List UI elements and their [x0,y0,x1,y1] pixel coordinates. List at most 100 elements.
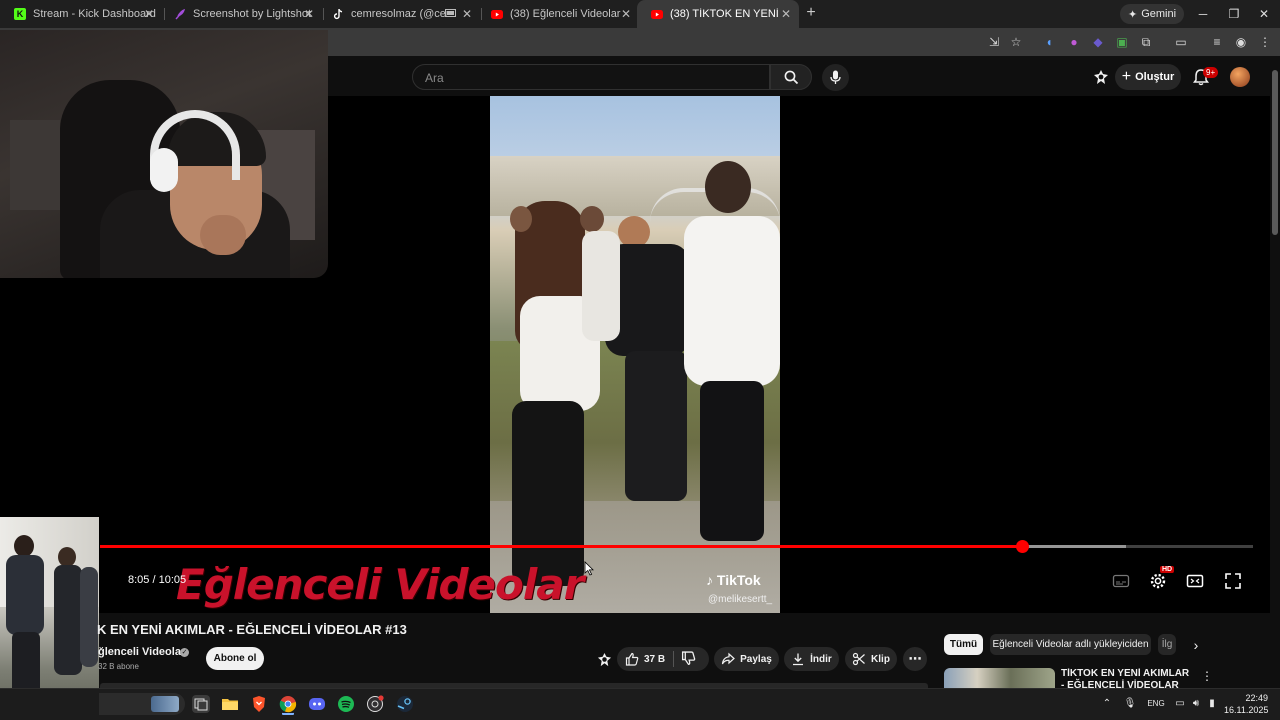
verified-check-icon: ✓ [180,648,189,657]
settings-gear-icon[interactable] [1149,572,1167,590]
install-app-icon[interactable]: ⇲ [986,34,1002,50]
extension-violet-icon[interactable]: ◆ [1090,34,1106,50]
taskbar-search-box[interactable] [99,693,185,715]
close-window-button[interactable]: ✕ [1256,6,1272,22]
create-button[interactable]: + Oluştur [1115,64,1181,90]
tab-kick-dashboard[interactable]: K Stream - Kick Dashboard ✕ [0,0,162,28]
browser-menu-icon[interactable]: ⋮ [1257,34,1273,50]
subscribe-button[interactable]: Abone ol [206,647,264,670]
new-tab-button[interactable]: + [803,5,819,21]
filter-chip-all[interactable]: Tümü [944,634,983,655]
youtube-icon [651,8,663,20]
close-tab-icon[interactable]: ✕ [619,7,633,21]
split-view-icon[interactable]: ▭ [1173,34,1189,50]
tab-tiktok-profile[interactable]: cemresolmaz (@cemresolm ✕ [318,0,480,28]
share-label: Paylaş [740,653,772,665]
gemini-sparkle-icon: ✦ [1128,8,1138,21]
video-frame[interactable] [490,96,780,613]
screen-share-icon [445,8,456,19]
minimize-window-button[interactable]: ─ [1195,6,1211,22]
close-tab-icon[interactable]: ✕ [302,7,316,21]
person-white-shirt [582,231,620,341]
search-button[interactable] [770,64,812,90]
like-count: 37 B [644,653,666,665]
tab-label: (38) TİKTOK EN YENİ AKIMLAR [670,8,780,20]
bookmark-star-icon[interactable]: ☆ [1008,34,1024,50]
maximize-window-button[interactable]: ❐ [1226,6,1242,22]
network-icon[interactable]: ▭ [1173,697,1187,711]
chevron-right-icon[interactable]: › [1188,636,1204,654]
filter-chip-uploader[interactable]: Eğlenceli Videolar adlı yükleyiciden [990,634,1151,655]
close-tab-icon[interactable]: ✕ [779,7,793,21]
extension-green-icon[interactable]: ▣ [1114,34,1130,50]
create-shorts-icon[interactable] [1093,69,1109,85]
tab-label: Stream - Kick Dashboard [33,8,156,20]
extension-audio-icon[interactable]: ◖ [1041,34,1057,50]
fullscreen-icon[interactable] [1224,572,1242,590]
mouse-cursor-icon [584,561,594,576]
search-input[interactable]: Ara [425,71,444,85]
theater-mode-icon[interactable] [1186,572,1204,590]
obs-recording-icon[interactable] [366,695,384,713]
steam-icon[interactable] [396,695,414,713]
person-head [58,547,76,567]
language-indicator[interactable]: ENG [1145,697,1167,711]
recommendation-title[interactable]: TİKTOK EN YENİ AKIMLAR - EĞLENCELİ VİDEO… [1061,668,1191,688]
spotify-icon[interactable] [337,695,355,713]
close-tab-icon[interactable]: ✕ [142,7,156,21]
like-divider [673,651,674,667]
share-arrow-icon [722,652,736,665]
close-tab-icon[interactable]: ✕ [460,7,474,21]
scrollbar-thumb[interactable] [1272,70,1278,235]
subtitles-icon[interactable] [1112,572,1130,590]
dislike-button[interactable] [681,651,696,666]
like-button[interactable]: 37 B [625,652,665,666]
streamer-hand [200,215,246,255]
chrome-browser-icon[interactable] [279,695,297,713]
tray-overflow-chevron-icon[interactable]: ⌃ [1100,697,1114,711]
microphone-tray-icon[interactable]: 🎙︎ [1123,697,1137,711]
volume-icon[interactable]: 🔊︎ [1189,697,1203,711]
more-actions-button[interactable]: ⋯ [903,647,927,671]
person-black-pants [512,401,584,586]
tiktok-watermark: ♪ TikTok [706,572,761,588]
taskbar-clock-time[interactable]: 22:49 [1232,693,1268,703]
tab-lightshot[interactable]: Screenshot by Lightshot ✕ [160,0,322,28]
progress-scrubber-handle[interactable] [1016,540,1029,553]
profile-avatar-icon[interactable]: ◉ [1233,34,1249,50]
filter-chip-related[interactable]: İlg [1158,634,1176,655]
person-black-pants [625,351,687,501]
channel-brand-overlay: Eğlenceli Videolar [176,560,584,609]
extensions-puzzle-icon[interactable]: ⧉ [1138,34,1154,50]
person-jacket [6,555,44,635]
discord-icon[interactable] [308,695,326,713]
shorts-remix-icon[interactable] [597,652,612,667]
account-avatar[interactable] [1230,67,1250,87]
battery-icon[interactable]: ▮ [1205,697,1219,711]
download-label: İndir [810,653,832,665]
tab-youtube-video-active[interactable]: (38) TİKTOK EN YENİ AKIMLAR ✕ [637,0,799,28]
tab-label: Screenshot by Lightshot [193,8,312,20]
youtube-icon [491,8,503,20]
search-box[interactable]: Ara [412,64,770,90]
recommendation-menu-icon[interactable]: ⋮ [1201,668,1213,684]
search-icon [784,70,799,85]
tab-youtube-channel[interactable]: (38) Eğlenceli Videolar - YouTub ✕ [477,0,639,28]
tiktok-icon: ♪ [706,572,713,588]
tiktok-watermark-user: @melikesertt_ [708,594,773,605]
voice-search-button[interactable] [822,64,849,91]
brave-browser-icon[interactable] [250,695,268,713]
channel-name[interactable]: ğlenceli Videolar [98,646,185,658]
task-view-icon[interactable] [192,695,210,713]
reading-list-icon[interactable]: ≡ [1209,34,1225,50]
taskbar-clock-date[interactable]: 16.11.2025 [1224,705,1268,715]
gemini-button[interactable]: ✦ Gemini [1120,4,1185,24]
clip-button[interactable]: Klip [845,647,897,671]
recommendation-thumbnail[interactable] [944,668,1055,688]
extension-purple-icon[interactable]: ● [1066,34,1082,50]
file-explorer-icon[interactable] [221,695,239,713]
streamer-webcam-overlay [0,30,328,278]
download-button[interactable]: İndir [784,647,839,671]
share-button[interactable]: Paylaş [714,647,779,671]
create-label: Oluştur [1135,71,1175,83]
